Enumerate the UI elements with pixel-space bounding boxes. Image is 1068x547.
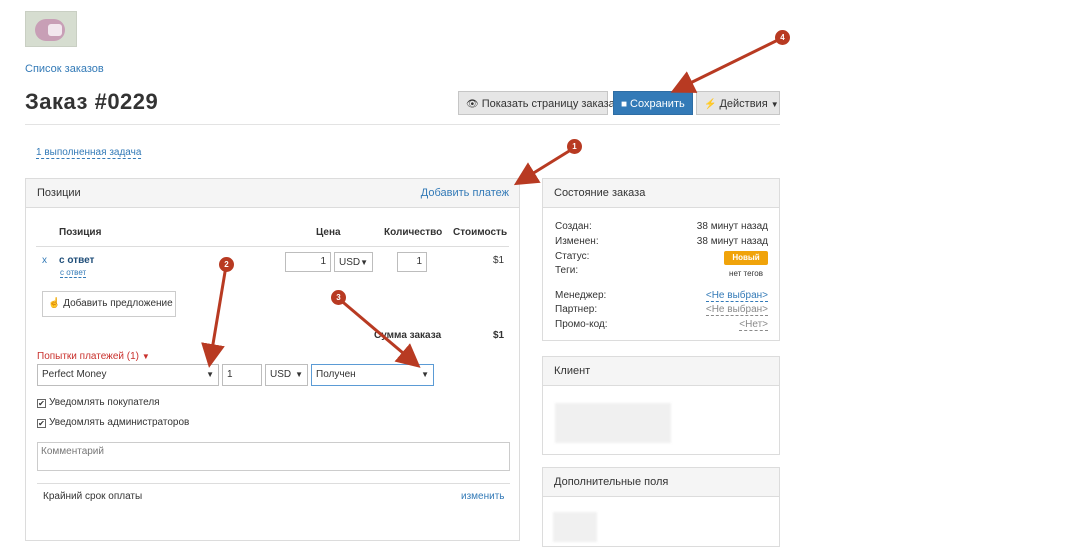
completed-task-link[interactable]: 1 выполненная задача [36, 147, 142, 159]
eye-icon: 👁 [466, 99, 479, 110]
column-header-price: Цена [316, 227, 341, 238]
item-sublabel-link[interactable]: с ответ [60, 268, 87, 278]
changed-value: 38 минут назад [696, 236, 768, 247]
payment-method-select[interactable]: Perfect Money ▼ [37, 364, 219, 386]
item-name[interactable]: с ответ [59, 255, 94, 266]
extra-fields-panel: Дополнительные поля [542, 467, 780, 547]
manager-label: Менеджер: [555, 290, 607, 301]
dropdown-arrow-icon: ▼ [295, 370, 303, 379]
column-header-quantity: Количество [384, 227, 443, 238]
annotation-marker-1: 1 [567, 139, 582, 154]
manager-select-link[interactable]: <Не выбран> [705, 290, 768, 302]
payment-currency-value: USD [270, 369, 292, 380]
extra-fields-redacted-info [553, 512, 597, 542]
floppy-disk-icon: ■ [621, 99, 628, 110]
comment-textarea[interactable]: Комментарий [37, 442, 510, 471]
items-panel-title: Позиции [37, 187, 81, 199]
item-currency-value: USD [339, 257, 361, 268]
status-badge[interactable]: Новый [724, 251, 768, 265]
show-order-page-label: Показать страницу заказа [481, 98, 615, 110]
item-currency-select[interactable]: USD ▼ [334, 252, 373, 272]
pointer-hand-icon: ☝ [48, 298, 61, 309]
tags-value[interactable]: нет тегов [729, 269, 763, 278]
lightning-icon: ⚡ [704, 99, 717, 110]
caret-down-icon: ▼ [141, 352, 150, 361]
promo-label: Промо-код: [555, 319, 608, 330]
promo-select-link[interactable]: <Нет> [739, 319, 768, 331]
dropdown-arrow-icon: ▼ [360, 258, 368, 267]
header-divider [25, 124, 780, 125]
add-payment-link[interactable]: Добавить платеж [421, 179, 509, 208]
save-button[interactable]: ■ Сохранить [613, 91, 693, 115]
breadcrumb-orders-link[interactable]: Список заказов [25, 63, 104, 75]
client-redacted-info [555, 403, 671, 443]
created-value: 38 минут назад [696, 221, 768, 232]
tags-label: Теги: [555, 265, 579, 276]
payment-status-select[interactable]: Получен ▼ [311, 364, 434, 386]
store-logo [25, 11, 77, 47]
annotation-marker-3: 3 [331, 290, 346, 305]
notify-buyer-label: Уведомлять покупателя [49, 397, 160, 408]
items-panel: Позиции Добавить платеж Позиция Цена Кол… [25, 178, 520, 541]
table-header-divider [36, 246, 509, 247]
notify-admins-label: Уведомлять администраторов [49, 417, 190, 428]
status-label: Статус: [555, 251, 590, 262]
dropdown-arrow-icon: ▼ [206, 370, 214, 379]
items-panel-header: Позиции Добавить платеж [26, 179, 519, 208]
remove-item-button[interactable]: x [42, 255, 47, 266]
payment-amount-input[interactable]: 1 [222, 364, 262, 386]
save-label: Сохранить [630, 98, 685, 110]
add-offer-label: Добавить предложение [63, 298, 173, 309]
annotation-marker-2: 2 [219, 257, 234, 272]
item-quantity-input[interactable]: 1 [397, 252, 427, 272]
dropdown-arrow-icon: ▼ [421, 370, 429, 379]
page-title: Заказ #0229 [25, 89, 159, 114]
created-label: Создан: [555, 221, 592, 232]
payment-currency-select[interactable]: USD ▼ [265, 364, 308, 386]
show-order-page-button[interactable]: 👁 Показать страницу заказа [458, 91, 615, 115]
due-date-edit-link[interactable]: изменить [461, 491, 505, 502]
notify-buyer-checkbox[interactable]: ✔ Уведомлять покупателя [37, 397, 160, 408]
payment-status-value: Получен [316, 369, 356, 380]
due-date-label: Крайний срок оплаты [43, 491, 143, 502]
checkmark-icon: ✔ [37, 419, 46, 428]
column-header-cost: Стоимость [453, 227, 508, 238]
checkmark-icon: ✔ [37, 399, 46, 408]
item-price-input[interactable]: 1 [285, 252, 331, 272]
payment-method-value: Perfect Money [42, 369, 107, 380]
changed-label: Изменен: [555, 236, 599, 247]
caret-down-icon: ▼ [770, 100, 779, 109]
annotation-arrow-4 [670, 36, 783, 93]
order-total-label: Сумма заказа [374, 330, 442, 341]
due-divider [37, 483, 510, 484]
actions-dropdown-button[interactable]: ⚡ Действия ▼ [696, 91, 780, 115]
client-header: Клиент [543, 357, 779, 386]
partner-select-link[interactable]: <Не выбран> [705, 304, 768, 316]
partner-label: Партнер: [555, 304, 598, 315]
column-header-item: Позиция [59, 227, 102, 238]
notify-admins-checkbox[interactable]: ✔ Уведомлять администраторов [37, 417, 189, 428]
payment-attempts-label: Попытки платежей (1) [37, 351, 140, 362]
order-total-value: $1 [493, 330, 505, 341]
client-panel: Клиент [542, 356, 780, 455]
item-cost: $1 [493, 255, 505, 266]
extra-fields-header: Дополнительные поля [543, 468, 779, 497]
annotation-marker-4: 4 [775, 30, 790, 45]
add-offer-button[interactable]: ☝ Добавить предложение [42, 291, 176, 317]
order-state-panel: Состояние заказа Создан: 38 минут назад … [542, 178, 780, 341]
payment-attempts-toggle[interactable]: Попытки платежей (1) ▼ [37, 351, 150, 362]
comment-placeholder: Комментарий [41, 446, 104, 457]
actions-label: Действия [719, 98, 768, 110]
annotation-arrow-1 [513, 146, 575, 186]
order-state-header: Состояние заказа [543, 179, 779, 208]
